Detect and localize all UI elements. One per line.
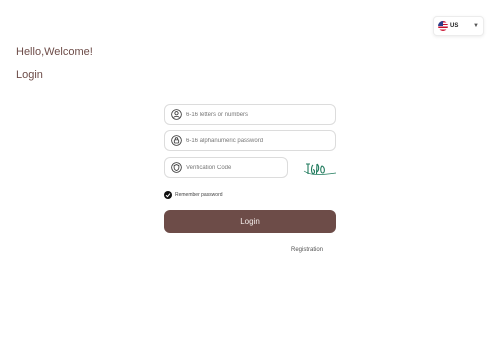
lock-icon xyxy=(171,135,182,146)
verification-code-field[interactable] xyxy=(164,157,288,178)
password-field[interactable] xyxy=(164,130,336,151)
language-code: US xyxy=(450,23,459,29)
shield-icon xyxy=(171,162,182,173)
username-field[interactable] xyxy=(164,104,336,125)
page-title: Login xyxy=(16,69,43,81)
captcha-image[interactable] xyxy=(303,159,337,179)
remember-password-label: Remember password xyxy=(175,192,223,198)
check-icon[interactable] xyxy=(164,191,172,199)
us-flag-icon xyxy=(438,21,448,31)
login-button[interactable]: Login xyxy=(164,210,336,233)
chevron-down-icon: ▼ xyxy=(473,23,479,29)
greeting-text: Hello,Welcome! xyxy=(16,46,93,58)
verification-code-input[interactable] xyxy=(186,164,287,171)
password-input[interactable] xyxy=(186,137,335,144)
language-selector[interactable]: US ▼ xyxy=(433,16,484,36)
remember-password[interactable]: Remember password xyxy=(164,191,223,199)
user-icon xyxy=(171,109,182,120)
registration-link[interactable]: Registration xyxy=(291,247,323,253)
username-input[interactable] xyxy=(186,111,335,118)
